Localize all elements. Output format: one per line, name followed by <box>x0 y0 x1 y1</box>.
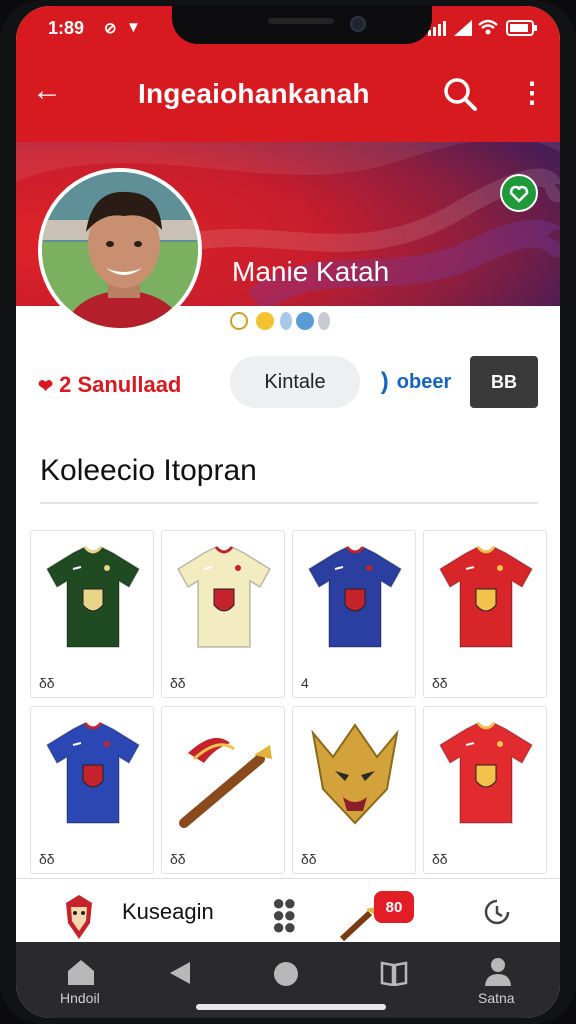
followers-count[interactable]: ❤ 2 Sanullaad <box>38 372 181 398</box>
action-button-1[interactable]: Kintale <box>230 356 360 408</box>
collection-item[interactable]: δδ <box>292 706 416 874</box>
arc-icon: ) <box>380 368 389 395</box>
section-title: Koleecio Itopran <box>40 454 257 487</box>
home-icon[interactable] <box>66 958 96 986</box>
collection-item-label: δδ <box>170 851 186 867</box>
status-time: 1:89 <box>48 18 85 38</box>
collection-item[interactable]: δδ <box>30 706 154 874</box>
action-button-2-label: obeer <box>396 370 452 393</box>
home-circle-icon[interactable] <box>272 960 300 988</box>
blue-chip-icon <box>296 312 314 330</box>
back-nav-icon[interactable] <box>168 960 192 986</box>
notification-badge[interactable]: 80 <box>374 891 414 923</box>
home-indicator[interactable] <box>196 1004 386 1010</box>
profile-actions-row: ❤ 2 Sanullaad Kintale ) obeer BB <box>16 356 560 416</box>
jersey-image <box>45 722 141 824</box>
phone-frame: 1:89 ⊘ ▼ ← Ingeaiohankanah ⋮ Manie Katah… <box>0 0 576 1024</box>
drop-chip-icon <box>280 312 292 330</box>
heart-icon: ❤ <box>38 376 54 396</box>
collection-item-label: δδ <box>432 851 448 867</box>
ring-chip-icon <box>230 312 248 330</box>
jersey-image <box>45 546 141 648</box>
jersey-image <box>307 546 403 648</box>
mascot-icon <box>66 895 92 939</box>
jersey-image <box>176 546 272 648</box>
bottom-panel: Kuseagin ●● ●● ●● 80 <box>16 878 560 942</box>
gold-chip-icon <box>256 312 274 330</box>
app-bar: ← Ingeaiohankanah ⋮ <box>16 50 560 142</box>
more-options-icon[interactable]: ⋮ <box>518 78 546 108</box>
collection-item[interactable]: δδ <box>423 530 547 698</box>
back-arrow-icon[interactable]: ← <box>32 76 62 106</box>
collection-item-label: δδ <box>39 851 55 867</box>
profile-icon[interactable] <box>484 956 512 986</box>
search-icon[interactable] <box>442 76 478 112</box>
profile-name: Manie Katah <box>232 256 390 287</box>
collection-item[interactable]: 4 <box>292 530 416 698</box>
screen: 1:89 ⊘ ▼ ← Ingeaiohankanah ⋮ Manie Katah… <box>16 6 560 1018</box>
nav-home-label: Hndoil <box>60 990 100 1006</box>
collection-item[interactable]: δδ <box>161 530 285 698</box>
bottom-panel-label: Kuseagin <box>122 899 214 924</box>
avatar[interactable] <box>38 168 202 332</box>
player-photo <box>42 172 198 328</box>
action-button-3[interactable]: BB <box>470 356 538 408</box>
grid-icon[interactable]: ●● ●● ●● <box>272 892 297 938</box>
collection-item-label: δδ <box>39 675 55 691</box>
nav-profile-label: Satna <box>478 990 515 1006</box>
collection-item-label: δδ <box>432 675 448 691</box>
notch <box>172 6 432 44</box>
history-icon[interactable] <box>482 897 512 927</box>
collection-item-label: δδ <box>301 851 317 867</box>
collection-item[interactable]: δδ <box>423 706 547 874</box>
collection-item[interactable]: δδ <box>30 530 154 698</box>
wifi-icon <box>478 19 498 35</box>
collection-item[interactable]: δδ <box>161 706 285 874</box>
collection-item-label: δδ <box>170 675 186 691</box>
book-icon[interactable] <box>380 960 408 986</box>
cell-icon <box>454 20 472 36</box>
notification-icon: ⊘ <box>104 20 117 37</box>
jersey-image <box>438 722 534 824</box>
followers-label: 2 Sanullaad <box>59 372 182 397</box>
mask-image <box>311 723 399 825</box>
small-chip-icon <box>318 312 330 330</box>
horn-image <box>179 737 272 828</box>
action-button-2[interactable]: ) obeer <box>362 356 470 408</box>
battery-icon <box>506 20 537 36</box>
verified-badge-icon <box>500 174 538 212</box>
location-icon: ▼ <box>126 19 141 36</box>
page-title: Ingeaiohankanah <box>138 78 370 109</box>
collection-item-label: 4 <box>301 675 309 691</box>
jersey-image <box>438 546 534 648</box>
divider <box>40 502 538 504</box>
